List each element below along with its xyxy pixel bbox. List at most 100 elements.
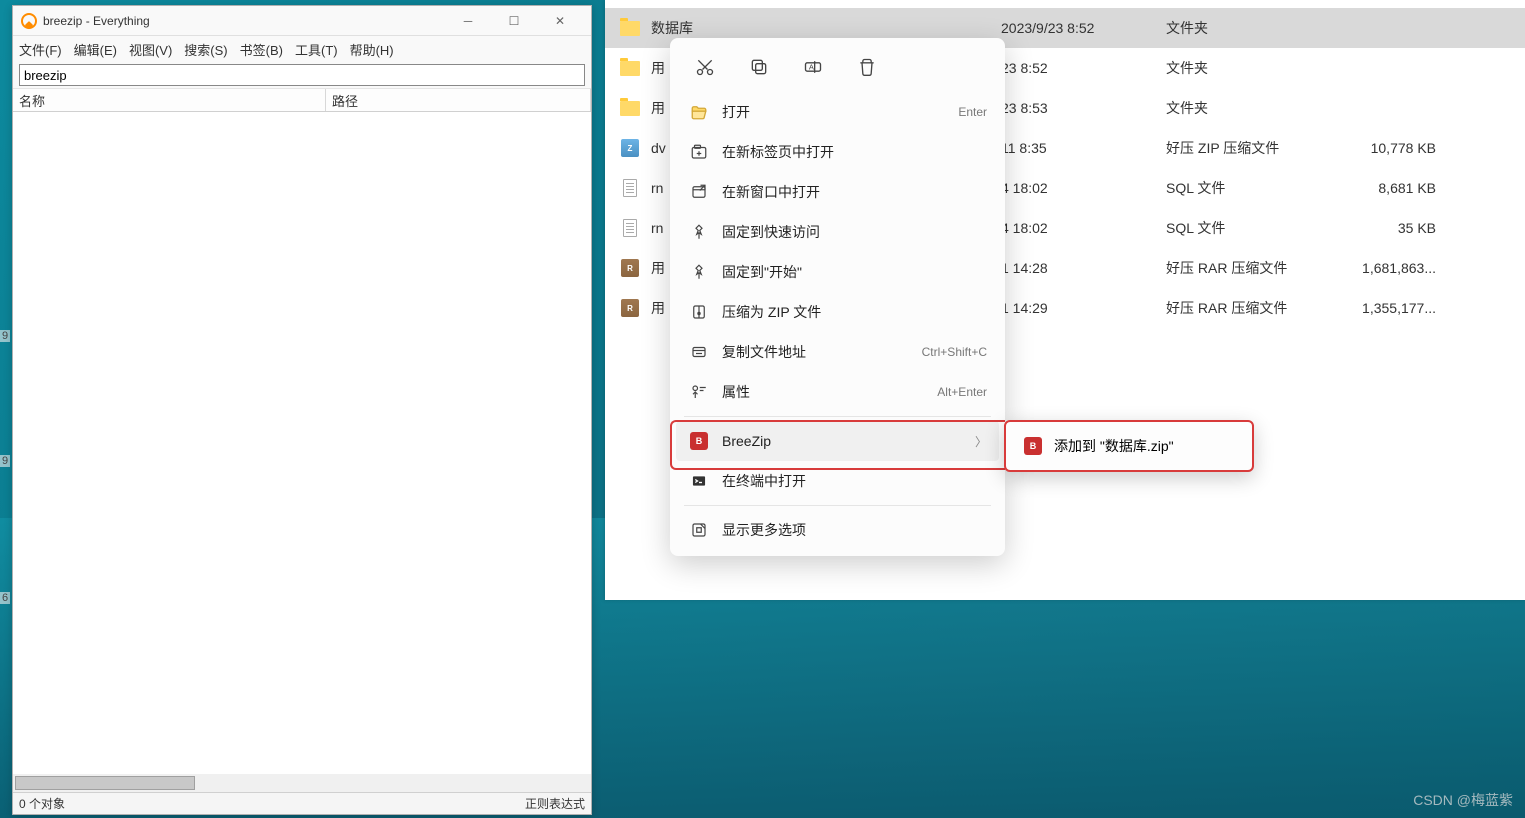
context-label: 显示更多选项: [722, 520, 987, 540]
window-title: breezip - Everything: [43, 14, 445, 28]
menu-help[interactable]: 帮助(H): [350, 40, 394, 59]
everything-window: breezip - Everything ─ ☐ ✕ 文件(F) 编辑(E) 视…: [12, 5, 592, 815]
context-item-compress[interactable]: 压缩为 ZIP 文件: [676, 292, 999, 332]
file-type: 文件夹: [1166, 58, 1341, 78]
edge-artifact: 9: [0, 455, 10, 467]
breezip-submenu: B 添加到 "数据库.zip": [1004, 420, 1254, 472]
context-item-pin[interactable]: 固定到快速访问: [676, 212, 999, 252]
zip-icon: Z: [619, 139, 641, 157]
file-type: 文件夹: [1166, 18, 1341, 38]
more-icon: [688, 521, 710, 539]
context-label: 属性: [722, 382, 937, 402]
file-size: 8,681 KB: [1341, 180, 1436, 196]
new-window-icon: [688, 183, 710, 201]
context-item-properties[interactable]: 属性Alt+Enter: [676, 372, 999, 412]
search-input[interactable]: [19, 64, 585, 86]
context-item-breezip[interactable]: BBreeZip〉: [676, 421, 999, 461]
titlebar[interactable]: breezip - Everything ─ ☐ ✕: [13, 6, 591, 36]
chevron-right-icon: 〉: [975, 433, 987, 450]
everything-app-icon: [21, 13, 37, 29]
compress-icon: [688, 303, 710, 321]
file-type: 好压 ZIP 压缩文件: [1166, 138, 1341, 158]
open-icon: [688, 103, 710, 121]
rar-icon: R: [619, 299, 641, 317]
file-size: 35 KB: [1341, 220, 1436, 236]
breezip-icon: B: [1024, 437, 1042, 455]
rename-icon[interactable]: A: [800, 54, 826, 80]
properties-icon: [688, 383, 710, 401]
context-item-terminal[interactable]: 在终端中打开: [676, 461, 999, 501]
context-label: 固定到"开始": [722, 262, 987, 282]
menu-bookmarks[interactable]: 书签(B): [240, 40, 283, 59]
context-item-open[interactable]: 打开Enter: [676, 92, 999, 132]
horizontal-scrollbar[interactable]: [13, 774, 591, 792]
menu-tools[interactable]: 工具(T): [295, 40, 338, 59]
minimize-button[interactable]: ─: [445, 7, 491, 35]
context-item-pin-start[interactable]: 固定到"开始": [676, 252, 999, 292]
context-label: 在新标签页中打开: [722, 142, 987, 162]
copy-icon[interactable]: [746, 54, 772, 80]
file-date: 1 14:29: [1001, 300, 1166, 316]
file-date: 23 8:52: [1001, 60, 1166, 76]
file-date: 4 18:02: [1001, 180, 1166, 196]
menu-search[interactable]: 搜索(S): [184, 40, 227, 59]
sql-icon: [619, 219, 641, 237]
column-name[interactable]: 名称: [13, 89, 326, 111]
sql-icon: [619, 179, 641, 197]
context-shortcut: Alt+Enter: [937, 385, 987, 399]
file-date: 23 8:53: [1001, 100, 1166, 116]
context-menu: A 打开Enter 在新标签页中打开在新窗口中打开固定到快速访问固定到"开始" 压缩…: [670, 38, 1005, 556]
file-type: SQL 文件: [1166, 218, 1341, 238]
context-item-new-tab[interactable]: 在新标签页中打开: [676, 132, 999, 172]
delete-icon[interactable]: [854, 54, 880, 80]
status-regex: 正则表达式: [525, 795, 585, 812]
pin-start-icon: [688, 263, 710, 281]
edge-artifact: 9: [0, 330, 10, 342]
context-item-copy-path[interactable]: 复制文件地址Ctrl+Shift+C: [676, 332, 999, 372]
file-size: 1,355,177...: [1341, 300, 1436, 316]
pin-icon: [688, 223, 710, 241]
context-label: 压缩为 ZIP 文件: [722, 302, 987, 322]
file-date: 4 18:02: [1001, 220, 1166, 236]
watermark: CSDN @梅蓝紫: [1413, 790, 1513, 810]
file-type: 文件夹: [1166, 98, 1341, 118]
maximize-button[interactable]: ☐: [491, 7, 537, 35]
file-name: 数据库: [651, 18, 1001, 38]
file-date: 11 8:35: [1001, 140, 1166, 156]
cut-icon[interactable]: [692, 54, 718, 80]
context-item-more[interactable]: 显示更多选项: [676, 510, 999, 550]
submenu-add-to-zip[interactable]: B 添加到 "数据库.zip": [1012, 428, 1246, 464]
context-separator: [684, 505, 991, 506]
context-item-new-window[interactable]: 在新窗口中打开: [676, 172, 999, 212]
rar-icon: R: [619, 259, 641, 277]
file-size: 1,681,863...: [1341, 260, 1436, 276]
close-button[interactable]: ✕: [537, 7, 583, 35]
column-path[interactable]: 路径: [326, 89, 591, 111]
column-headers: 名称 路径: [13, 88, 591, 112]
context-label: 打开: [722, 102, 958, 122]
context-label: BreeZip: [722, 433, 975, 449]
context-label: 在新窗口中打开: [722, 182, 987, 202]
menu-file[interactable]: 文件(F): [19, 40, 62, 59]
results-list[interactable]: [13, 112, 591, 774]
context-separator: [684, 416, 991, 417]
context-label: 固定到快速访问: [722, 222, 987, 242]
file-size: 10,778 KB: [1341, 140, 1436, 156]
context-top-actions: A: [676, 44, 999, 92]
status-object-count: 0 个对象: [19, 795, 65, 812]
folder-icon: [619, 59, 641, 77]
file-date: 1 14:28: [1001, 260, 1166, 276]
file-date: 2023/9/23 8:52: [1001, 20, 1166, 36]
edge-artifact: 6: [0, 592, 10, 604]
new-tab-icon: [688, 143, 710, 161]
folder-icon: [619, 19, 641, 37]
statusbar: 0 个对象 正则表达式: [13, 792, 591, 814]
svg-text:A: A: [809, 63, 814, 72]
menu-edit[interactable]: 编辑(E): [74, 40, 117, 59]
file-type: 好压 RAR 压缩文件: [1166, 258, 1341, 278]
menu-view[interactable]: 视图(V): [129, 40, 172, 59]
folder-icon: [619, 99, 641, 117]
file-type: SQL 文件: [1166, 178, 1341, 198]
menubar: 文件(F) 编辑(E) 视图(V) 搜索(S) 书签(B) 工具(T) 帮助(H…: [13, 36, 591, 62]
context-shortcut: Enter: [958, 105, 987, 119]
